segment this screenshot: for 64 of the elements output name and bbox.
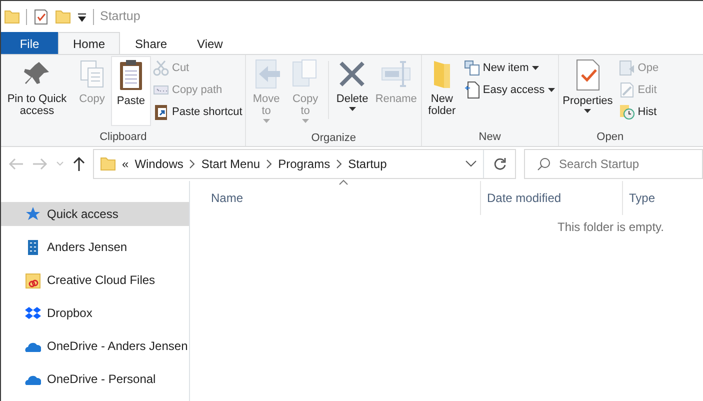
folder-icon [4, 8, 20, 26]
folder-icon [25, 272, 41, 288]
group-label: Clipboard [98, 130, 148, 145]
open-icon [618, 60, 635, 76]
rename-icon [380, 58, 412, 90]
ribbon-button[interactable]: New folder [422, 57, 461, 125]
new-item-icon [464, 60, 480, 76]
building-icon [25, 238, 41, 256]
search-field[interactable]: Search Startup [524, 149, 703, 179]
history-icon [618, 104, 635, 120]
caret-icon [262, 119, 270, 124]
caret-icon [584, 109, 592, 114]
ribbon-command[interactable]: Hist [616, 101, 661, 123]
properties-icon[interactable] [33, 8, 49, 26]
caret-icon [548, 88, 555, 92]
file-menu-tab[interactable]: File [1, 32, 58, 54]
caret-icon [532, 66, 539, 70]
group-label: Organize [310, 131, 357, 146]
empty-folder-message: This folder is empty. [558, 219, 664, 236]
nav-pane-item[interactable]: Creative Cloud Files [1, 268, 189, 292]
star-icon [25, 206, 41, 222]
group-label: New [478, 130, 502, 145]
breadcrumb-item[interactable]: Start Menu [201, 155, 260, 173]
group-label: Open [596, 130, 625, 145]
ribbon-button[interactable]: Pin to Quick access [2, 57, 72, 125]
ribbon-button[interactable]: Properties [560, 57, 616, 125]
nav-pane-item[interactable]: OneDrive - Personal [1, 367, 189, 391]
chevron-icon [266, 159, 272, 169]
nav-pane-item[interactable]: Anders Jensen [1, 235, 189, 259]
dropdown-icon[interactable] [465, 159, 477, 169]
shortcut-icon [153, 104, 169, 120]
window-title: Startup [100, 8, 140, 26]
ribbon-command[interactable]: Paste shortcut [151, 101, 244, 123]
breadcrumb-item[interactable]: Programs [278, 155, 330, 173]
ribbon-button[interactable]: Delete [333, 57, 372, 125]
search-icon [537, 157, 551, 171]
folder-icon [100, 155, 116, 173]
ribbon-command[interactable]: New item [462, 57, 557, 79]
ribbon-command[interactable]: Easy access [462, 79, 557, 101]
nav-pane-item[interactable]: OneDrive - Anders Jensen [1, 334, 189, 358]
dropbox-icon [25, 304, 41, 322]
chevron-icon [336, 159, 342, 169]
ribbon-tab[interactable]: View [182, 32, 238, 54]
ribbon-tab[interactable]: Home [58, 32, 120, 54]
overflow-chevron[interactable]: « [122, 155, 129, 173]
ribbon-tab[interactable]: Share [120, 32, 182, 54]
column-header[interactable]: Date modified [481, 181, 623, 215]
breadcrumb-item[interactable]: Windows [134, 155, 184, 173]
refresh-icon [492, 157, 506, 171]
ribbon-button[interactable]: Paste [112, 57, 150, 125]
document-icon [464, 81, 480, 99]
caret-icon [348, 107, 356, 112]
breadcrumb-item[interactable]: Startup [348, 155, 387, 173]
chevron-icon [189, 159, 196, 169]
caret-icon [302, 119, 309, 124]
scissors-icon [153, 60, 169, 76]
column-header[interactable]: Name [205, 181, 481, 215]
nav-pane-item[interactable]: Dropbox [1, 301, 189, 325]
search-input[interactable]: Search Startup [557, 154, 687, 174]
nav-pane-item[interactable]: Quick access [1, 202, 189, 226]
up-button[interactable] [71, 156, 87, 172]
address-bar[interactable]: « Windows Start Menu Programs Startup [93, 149, 516, 179]
edit-icon [618, 82, 635, 98]
column-header[interactable]: Type [623, 181, 703, 215]
